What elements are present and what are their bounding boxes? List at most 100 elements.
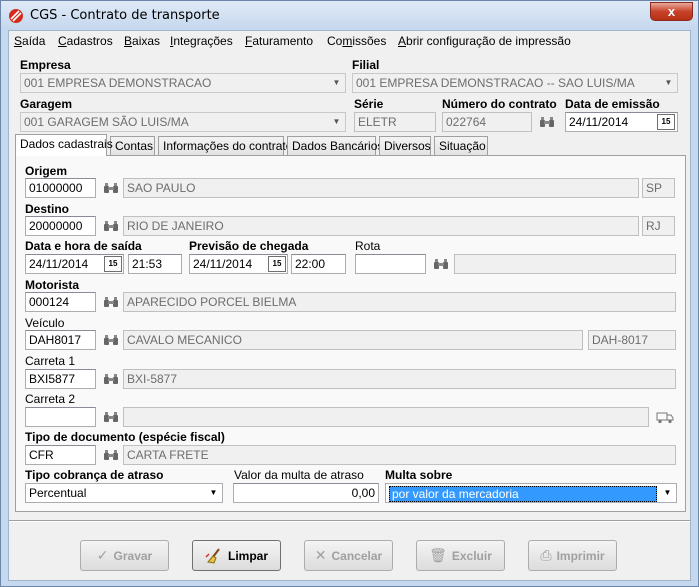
carreta1-code-field[interactable]: BXI5877 [25, 369, 96, 389]
search-origem-button[interactable] [100, 178, 122, 198]
menu-integracoes[interactable]: Integrações [170, 34, 233, 48]
origem-code-field[interactable]: 01000000 [25, 178, 96, 198]
destino-name-field: RIO DE JANEIRO [123, 216, 639, 236]
carreta2-code-field[interactable] [25, 407, 96, 427]
chevron-down-icon: ▼ [663, 488, 672, 497]
carreta1-label: Carreta 1 [25, 354, 76, 368]
binoculars-icon [104, 412, 118, 422]
empresa-select[interactable]: 001 EMPRESA DEMONSTRACAO ▼ [20, 73, 346, 93]
tipo-cobranca-label: Tipo cobrança de atraso [25, 468, 164, 482]
search-carreta2-button[interactable] [100, 407, 122, 427]
valor-multa-label: Valor da multa de atraso [234, 468, 364, 482]
calendar-icon[interactable]: 15 [104, 256, 122, 272]
calendar-icon[interactable]: 15 [657, 114, 675, 130]
excluir-button[interactable]: 🗑 Excluir [416, 540, 505, 571]
hora-chegada-field[interactable]: 22:00 [291, 254, 346, 274]
tipo-documento-code-field[interactable]: CFR [25, 445, 96, 465]
limpar-button[interactable]: Limpar [192, 540, 281, 571]
window-title: CGS - Contrato de transporte [30, 8, 220, 23]
destino-label: Destino [25, 202, 70, 216]
app-logo-icon [9, 9, 23, 23]
binoculars-icon [434, 259, 448, 269]
binoculars-icon [104, 450, 118, 460]
serie-label: Série [354, 97, 384, 111]
multa-sobre-select[interactable]: por valor da mercadoria ▼ [385, 483, 677, 503]
data-saida-value: 24/11/2014 [29, 257, 89, 271]
excluir-label: Excluir [451, 548, 492, 563]
tipo-documento-name-field: CARTA FRETE [123, 445, 676, 465]
hora-saida-field[interactable]: 21:53 [128, 254, 182, 274]
tab-dados-cadastrais[interactable]: Dados cadastrais [15, 134, 113, 156]
tipo-cobranca-value: Percentual [29, 486, 87, 500]
binoculars-icon [104, 221, 118, 231]
menu-faturamento[interactable]: Faturamento [245, 34, 313, 48]
check-icon: ✓ [96, 547, 109, 563]
garagem-label: Garagem [20, 97, 73, 111]
chevron-down-icon: ▼ [332, 78, 341, 87]
carreta2-label: Carreta 2 [25, 392, 76, 406]
destino-code-field[interactable]: 20000000 [25, 216, 96, 236]
cancelar-label: Cancelar [331, 548, 383, 563]
empresa-value: 001 EMPRESA DEMONSTRACAO [24, 76, 212, 90]
serie-field[interactable]: ELETR [354, 112, 436, 132]
main-window: CGS - Contrato de transporte x Saída Cad… [0, 0, 699, 587]
search-motorista-button[interactable] [100, 292, 122, 312]
search-destino-button[interactable] [100, 216, 122, 236]
menu-baixas[interactable]: Baixas [124, 34, 160, 48]
rota-code-field[interactable] [355, 254, 426, 274]
garagem-select[interactable]: 001 GARAGEM SÃO LUIS/MA ▼ [20, 112, 346, 132]
data-chegada-value: 24/11/2014 [193, 257, 253, 271]
garagem-value: 001 GARAGEM SÃO LUIS/MA [24, 115, 189, 129]
search-rota-button[interactable] [430, 254, 452, 274]
gravar-button[interactable]: ✓ Gravar [80, 540, 169, 571]
gravar-label: Gravar [113, 548, 153, 563]
client-area: Saída Cadastros Baixas Integrações Fatur… [8, 30, 691, 581]
cancelar-button[interactable]: ✕ Cancelar [304, 540, 393, 571]
limpar-label: Limpar [227, 548, 268, 563]
filial-value: 001 EMPRESA DEMONSTRACAO -- SAO LUIS/MA [356, 76, 635, 90]
tab-contas[interactable]: Contas [110, 136, 155, 155]
truck-icon [656, 412, 674, 424]
rota-desc-field [454, 254, 676, 274]
motorista-name-field: APARECIDO PORCEL BIELMA [123, 292, 676, 312]
menu-comissoes[interactable]: Comissões [327, 34, 386, 48]
imprimir-button[interactable]: ⎙ Imprimir [528, 540, 617, 571]
veiculo-code-field[interactable]: DAH8017 [25, 330, 96, 350]
filial-select[interactable]: 001 EMPRESA DEMONSTRACAO -- SAO LUIS/MA … [352, 73, 678, 93]
motorista-code-field[interactable]: 000124 [25, 292, 96, 312]
numero-contrato-field[interactable]: 022764 [442, 112, 532, 132]
search-veiculo-button[interactable] [100, 330, 122, 350]
data-hora-saida-label: Data e hora de saída [25, 239, 142, 253]
broom-icon [205, 547, 220, 564]
title-bar: CGS - Contrato de transporte x [1, 1, 698, 30]
tab-dados-bancarios[interactable]: Dados Bancários [287, 136, 383, 155]
search-carreta1-button[interactable] [100, 369, 122, 389]
empresa-label: Empresa [20, 58, 71, 72]
chevron-down-icon: ▼ [209, 488, 218, 497]
close-button[interactable]: x [650, 2, 693, 21]
printer-icon: ⎙ [540, 547, 552, 563]
filial-label: Filial [352, 58, 380, 72]
data-emissao-value: 24/11/2014 [569, 115, 629, 129]
tipo-cobranca-select[interactable]: Percentual ▼ [25, 483, 223, 503]
valor-multa-field[interactable]: 0,00 [233, 483, 379, 503]
menu-abrir-configuracao[interactable]: Abrir configuração de impressão [398, 34, 571, 48]
menu-cadastros[interactable]: Cadastros [58, 34, 113, 48]
trash-icon: 🗑 [429, 547, 447, 563]
destino-uf-field: RJ [642, 216, 675, 236]
motorista-label: Motorista [25, 278, 79, 292]
search-tipo-documento-button[interactable] [100, 445, 122, 465]
binoculars-icon [540, 117, 554, 127]
x-icon: ✕ [314, 547, 327, 563]
menu-saida[interactable]: Saída [14, 34, 45, 48]
calendar-icon[interactable]: 15 [268, 256, 286, 272]
previsao-chegada-label: Previsão de chegada [189, 239, 309, 253]
chevron-down-icon: ▼ [664, 78, 673, 87]
search-contrato-button[interactable] [536, 112, 558, 132]
tab-informacoes-contrato[interactable]: Informações do contrato [158, 136, 292, 155]
numero-contrato-label: Número do contrato [442, 97, 557, 111]
origem-name-field: SAO PAULO [123, 178, 639, 198]
tab-diversos[interactable]: Diversos [379, 136, 431, 155]
tab-situacao[interactable]: Situação [434, 136, 488, 155]
truck-button[interactable] [654, 407, 676, 427]
